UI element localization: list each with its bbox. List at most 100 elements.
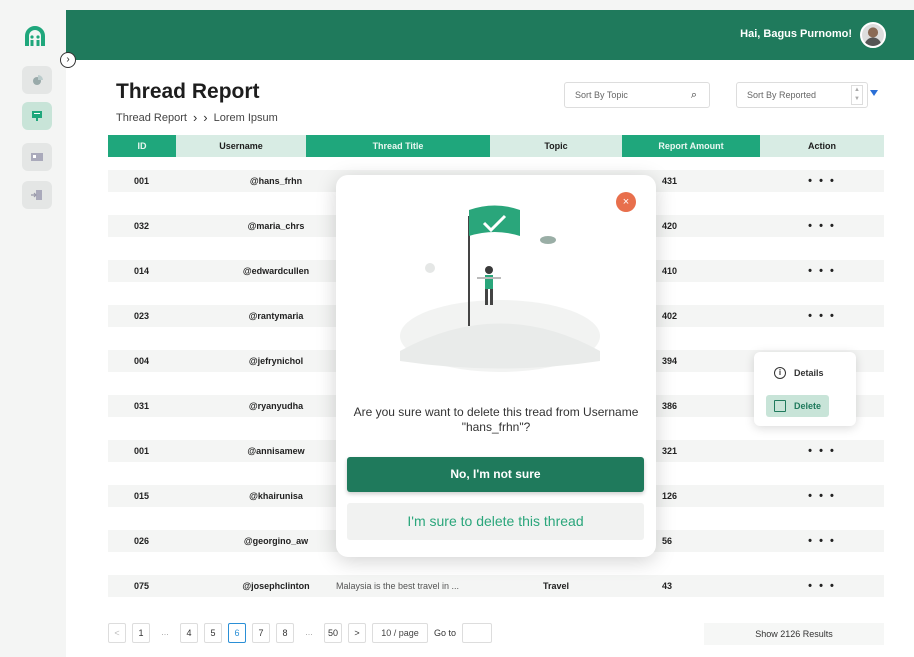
cell-id: 001 — [134, 446, 150, 456]
cell-id: 032 — [134, 221, 150, 231]
sidebar-item-logout[interactable] — [22, 181, 52, 209]
page-title: Thread Report — [116, 80, 260, 103]
cell-username: @ryanyudha — [248, 401, 304, 411]
chevron-right-icon: › — [66, 54, 70, 65]
cell-amount: 431 — [662, 176, 678, 186]
card-icon — [31, 153, 43, 161]
sidebar-item-dashboard[interactable] — [22, 66, 52, 94]
logout-icon — [31, 190, 42, 200]
avatar-image — [862, 24, 884, 46]
page-size-select[interactable]: 10 / page — [372, 623, 429, 643]
row-action-button[interactable]: • • • — [760, 215, 884, 237]
page-ellipsis[interactable]: ... — [156, 623, 174, 643]
cell-title: Malaysia is the best travel in ... — [336, 581, 460, 591]
cell-topic: Travel — [542, 581, 570, 591]
confirm-delete-button[interactable]: I'm sure to delete this thread — [347, 503, 644, 540]
row-action-button[interactable]: • • • — [760, 440, 884, 462]
trash-icon — [774, 400, 786, 412]
breadcrumb: Thread Report › › Lorem Ipsum — [116, 110, 278, 125]
info-icon: i — [774, 367, 786, 379]
page-button[interactable]: 4 — [180, 623, 198, 643]
next-page-button[interactable]: > — [348, 623, 367, 643]
cell-id: 015 — [134, 491, 150, 501]
cell-amount: 402 — [662, 311, 678, 321]
sort-reported-placeholder: Sort By Reported — [747, 90, 817, 100]
cell-amount: 386 — [662, 401, 678, 411]
column-header[interactable]: Report Amount — [622, 135, 760, 157]
cell-username: @annisamew — [247, 446, 305, 456]
cell-id: 004 — [134, 356, 150, 366]
cell-username: @rantymaria — [248, 311, 304, 321]
column-header[interactable]: Username — [176, 135, 306, 157]
cell-username: @georgino_aw — [243, 536, 309, 546]
chevron-right-icon: › — [203, 110, 208, 125]
menu-item-details[interactable]: i Details — [766, 362, 832, 384]
table-header: ID Username Thread Title Topic Report Am… — [108, 135, 884, 157]
page-button[interactable]: 5 — [204, 623, 222, 643]
sidebar — [0, 0, 66, 657]
breadcrumb-item[interactable]: Thread Report — [116, 112, 187, 124]
cell-id: 014 — [134, 266, 150, 276]
column-header[interactable]: ID — [108, 135, 176, 157]
column-header[interactable]: Topic — [490, 135, 622, 157]
cell-id: 075 — [134, 581, 150, 591]
row-action-button[interactable]: • • • — [760, 575, 884, 597]
results-count: Show 2126 Results — [704, 623, 884, 645]
breadcrumb-item[interactable]: Lorem Ipsum — [214, 112, 278, 124]
sort-by-topic-input[interactable]: Sort By Topic ⌕ — [564, 82, 710, 108]
prev-page-button[interactable]: < — [108, 623, 126, 643]
cell-amount: 321 — [662, 446, 678, 456]
cell-username: @josephclinton — [242, 581, 310, 591]
cell-username: @maria_chrs — [247, 221, 305, 231]
cell-amount: 43 — [662, 581, 673, 591]
filter-icon[interactable] — [870, 90, 878, 96]
spinner-arrows[interactable]: ▲ ▼ — [851, 85, 863, 105]
page-button[interactable]: 7 — [252, 623, 270, 643]
sidebar-collapse-button[interactable]: › — [60, 52, 76, 68]
sidebar-item-cards[interactable] — [22, 143, 52, 171]
cell-id: 026 — [134, 536, 150, 546]
close-icon[interactable]: × — [616, 192, 636, 212]
greeting-text: Hai, Bagus Purnomo! — [740, 28, 852, 40]
column-header[interactable]: Action — [760, 135, 884, 157]
page-button[interactable]: 50 — [324, 623, 343, 643]
page-button[interactable]: 1 — [132, 623, 150, 643]
page-ellipsis[interactable]: ... — [300, 623, 318, 643]
search-icon[interactable]: ⌕ — [691, 89, 697, 102]
app-logo[interactable] — [24, 26, 46, 48]
cancel-button[interactable]: No, I'm not sure — [347, 457, 644, 492]
cell-amount: 126 — [662, 491, 678, 501]
report-icon — [32, 111, 42, 121]
cell-username: @jefrynichol — [248, 356, 304, 366]
cell-amount: 420 — [662, 221, 678, 231]
menu-item-delete[interactable]: Delete — [766, 395, 830, 417]
row-action-menu: i Details Delete — [754, 352, 856, 426]
menu-item-label: Delete — [794, 401, 822, 411]
confirm-illustration — [400, 205, 600, 372]
sidebar-item-reports[interactable] — [22, 102, 52, 130]
goto-input[interactable] — [462, 623, 493, 643]
row-action-button[interactable]: • • • — [760, 485, 884, 507]
cell-amount: 56 — [662, 536, 673, 546]
goto-label: Go to — [434, 628, 457, 638]
cell-username: @khairunisa — [249, 491, 303, 501]
menu-item-label: Details — [794, 368, 824, 378]
cell-username: @hans_frhn — [249, 176, 303, 186]
cell-id: 001 — [134, 176, 150, 186]
pie-chart-icon — [33, 75, 43, 85]
row-action-button[interactable]: • • • — [760, 305, 884, 327]
sort-by-reported-select[interactable]: Sort By Reported ▲ ▼ — [736, 82, 868, 108]
page-button[interactable]: 8 — [276, 623, 294, 643]
column-header[interactable]: Thread Title — [306, 135, 490, 157]
cell-id: 031 — [134, 401, 150, 411]
row-action-button[interactable]: • • • — [760, 170, 884, 192]
chevron-right-icon: › — [192, 110, 198, 125]
table-row[interactable]: 075 @josephclinton Malaysia is the best … — [108, 575, 884, 597]
row-action-button[interactable]: • • • — [760, 260, 884, 282]
avatar[interactable] — [860, 22, 886, 48]
page-button-active[interactable]: 6 — [228, 623, 246, 643]
row-action-button[interactable]: • • • — [760, 530, 884, 552]
top-bar: Hai, Bagus Purnomo! — [66, 10, 914, 60]
cell-id: 023 — [134, 311, 150, 321]
cell-amount: 410 — [662, 266, 678, 276]
